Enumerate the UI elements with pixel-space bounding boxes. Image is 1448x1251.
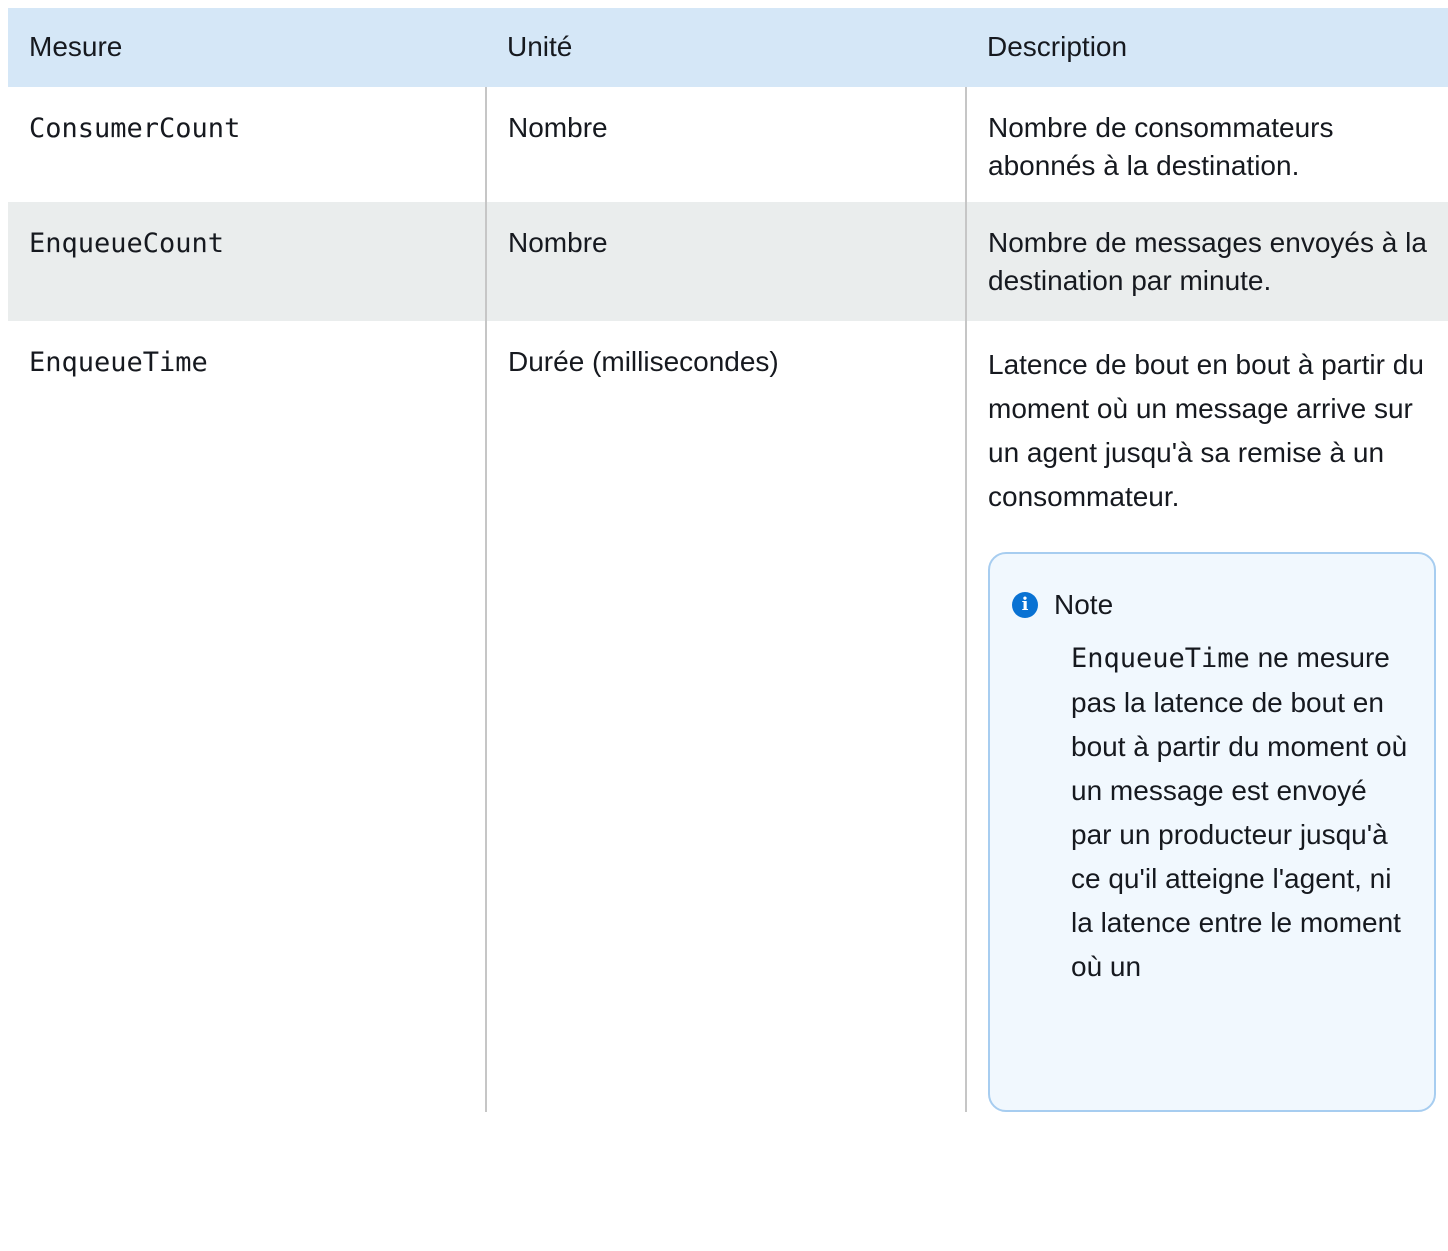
note-title: Note xyxy=(1054,589,1114,620)
table-row: EnqueueTime Durée (millisecondes) Latenc… xyxy=(8,321,1448,1112)
metric-name: EnqueueCount xyxy=(29,228,225,259)
table-header-row: Mesure Unité Description xyxy=(8,8,1448,87)
metric-description: Nombre de messages envoyés à la destinat… xyxy=(965,202,1448,321)
table-row: ConsumerCount Nombre Nombre de consommat… xyxy=(8,87,1448,202)
column-header-description: Description xyxy=(966,8,1448,87)
metric-name: EnqueueTime xyxy=(29,347,208,378)
note-header: i Note xyxy=(1012,588,1412,622)
note-body: EnqueueTime ne mesure pas la latence de … xyxy=(1012,622,1412,989)
metric-description: Latence de bout en bout à partir du mome… xyxy=(988,349,1424,512)
metric-unit: Nombre xyxy=(485,87,966,202)
column-header-unite: Unité xyxy=(486,8,966,87)
metric-name: ConsumerCount xyxy=(29,113,241,144)
column-header-mesure: Mesure xyxy=(8,8,486,87)
table-row: EnqueueCount Nombre Nombre de messages e… xyxy=(8,202,1448,321)
metric-unit: Durée (millisecondes) xyxy=(485,321,966,1112)
note-text: ne mesure pas la latence de bout en bout… xyxy=(1071,642,1408,982)
metric-unit: Nombre xyxy=(485,202,966,321)
metrics-table: Mesure Unité Description ConsumerCount N… xyxy=(8,8,1448,1112)
note-code: EnqueueTime xyxy=(1071,643,1250,674)
metric-description: Nombre de consommateurs abonnés à la des… xyxy=(965,87,1448,202)
info-icon: i xyxy=(1012,592,1038,618)
note-callout: i Note EnqueueTime ne mesure pas la late… xyxy=(988,552,1436,1112)
